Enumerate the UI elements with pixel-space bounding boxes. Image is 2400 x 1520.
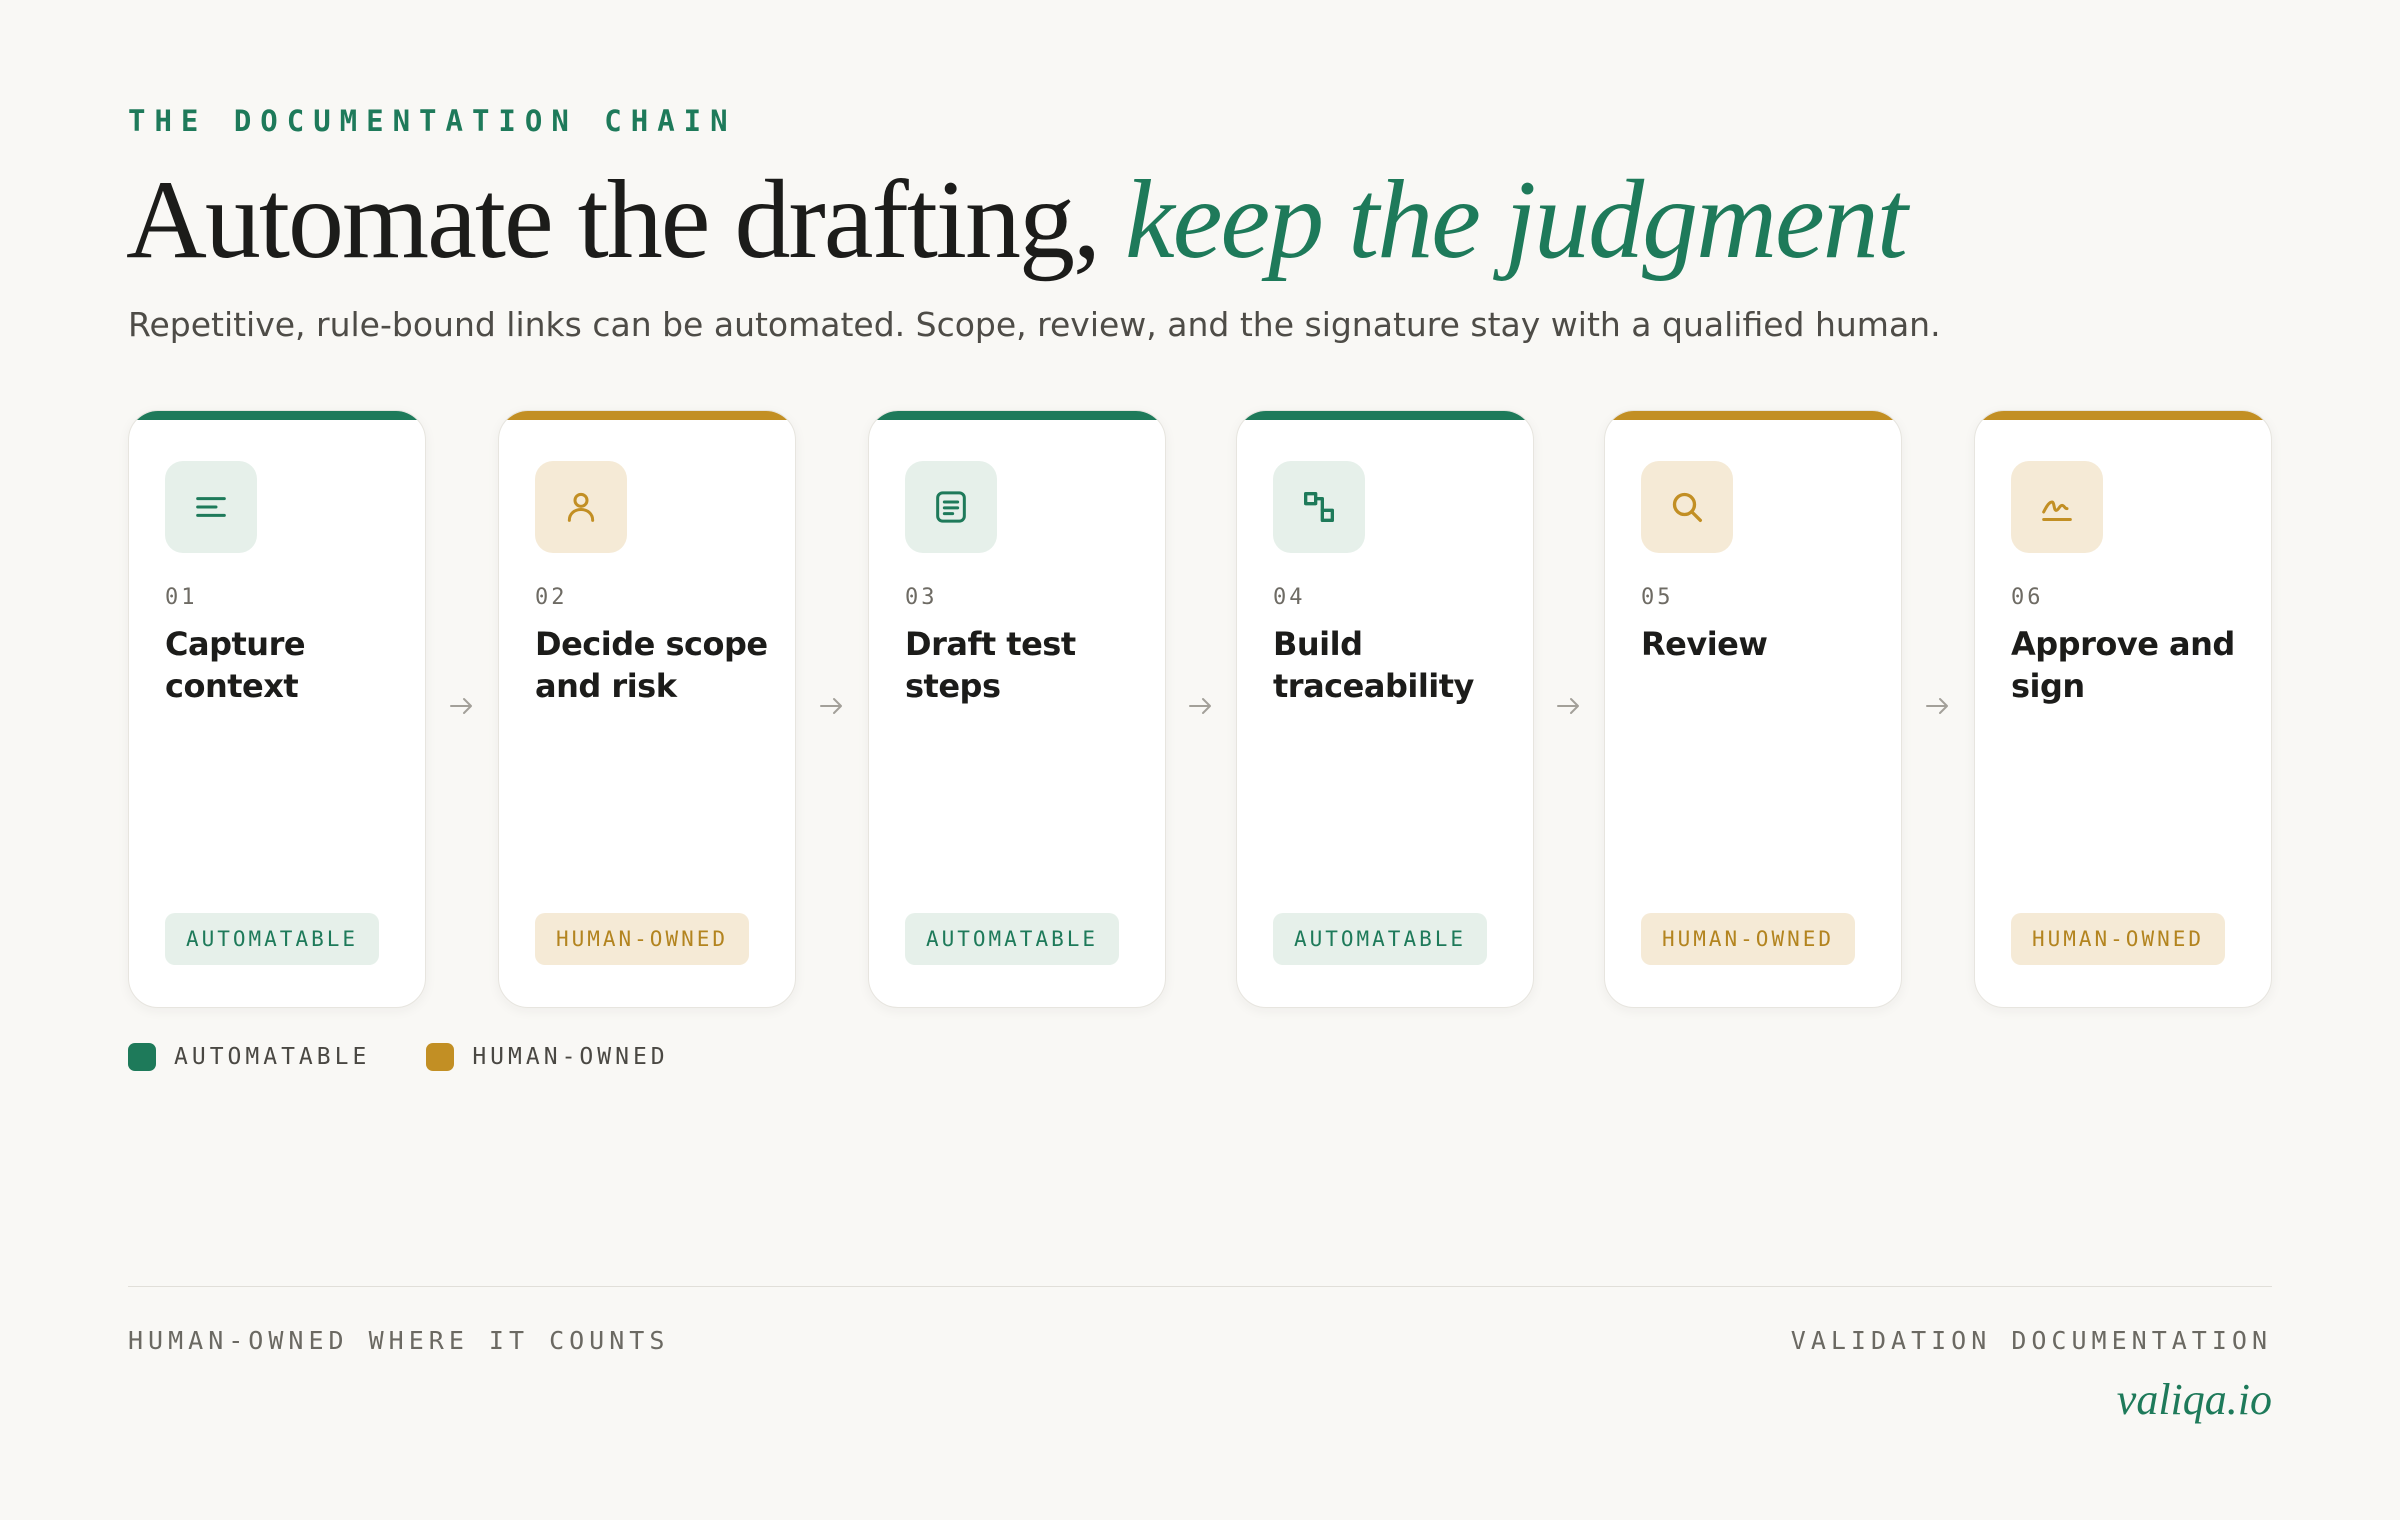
arrow-right-icon xyxy=(446,694,476,718)
arrow-right-icon xyxy=(816,694,846,718)
signature-icon xyxy=(2011,461,2103,553)
owner-badge: AUTOMATABLE xyxy=(905,913,1119,965)
arrow-right-icon xyxy=(1922,694,1952,718)
search-icon xyxy=(1641,461,1733,553)
subheading: Repetitive, rule-bound links can be auto… xyxy=(128,305,1941,344)
step-number: 02 xyxy=(535,585,568,610)
step-number: 05 xyxy=(1641,585,1674,610)
footer-tagline: HUMAN-OWNED WHERE IT COUNTS xyxy=(128,1326,670,1355)
step-title: Approve and sign xyxy=(2011,625,2235,705)
step-card-approve-and-sign: 06 Approve and sign HUMAN-OWNED xyxy=(1974,410,2272,1008)
arrow-right-icon xyxy=(1185,694,1215,718)
step-card-build-traceability: 04 Build traceability AUTOMATABLE xyxy=(1236,410,1534,1008)
person-icon xyxy=(535,461,627,553)
owner-badge: AUTOMATABLE xyxy=(165,913,379,965)
documentation-chain: 01 Capture context AUTOMATABLE 02 Decide… xyxy=(128,410,2272,1010)
owner-badge: AUTOMATABLE xyxy=(1273,913,1487,965)
arrow-right-icon xyxy=(1553,694,1583,718)
legend: AUTOMATABLE HUMAN-OWNED xyxy=(128,1042,725,1072)
step-number: 04 xyxy=(1273,585,1306,610)
document-icon xyxy=(905,461,997,553)
step-title: Decide scope and risk xyxy=(535,625,768,705)
step-number: 01 xyxy=(165,585,198,610)
card-accent-bar xyxy=(1237,411,1533,420)
brand-logo: valiqa.io xyxy=(2116,1375,2272,1424)
lines-icon xyxy=(165,461,257,553)
headline-accent: keep the judgment xyxy=(1125,158,1908,282)
footer-divider xyxy=(128,1286,2272,1287)
step-card-capture-context: 01 Capture context AUTOMATABLE xyxy=(128,410,426,1008)
step-title: Build traceability xyxy=(1273,625,1474,705)
link-nodes-icon xyxy=(1273,461,1365,553)
headline-plain: Automate the drafting, xyxy=(126,158,1101,282)
footer-section-label: VALIDATION DOCUMENTATION xyxy=(1790,1326,2272,1355)
legend-swatch-human-owned xyxy=(426,1043,455,1071)
eyebrow-label: THE DOCUMENTATION CHAIN xyxy=(128,104,737,138)
step-card-draft-test-steps: 03 Draft test steps AUTOMATABLE xyxy=(868,410,1166,1008)
step-number: 03 xyxy=(905,585,938,610)
legend-label: AUTOMATABLE xyxy=(174,1044,371,1070)
card-accent-bar xyxy=(869,411,1165,420)
legend-item-automatable: AUTOMATABLE xyxy=(128,1043,370,1071)
step-title: Draft test steps xyxy=(905,625,1076,705)
card-accent-bar xyxy=(1605,411,1901,420)
step-number: 06 xyxy=(2011,585,2044,610)
legend-item-human-owned: HUMAN-OWNED xyxy=(426,1043,668,1071)
step-card-decide-scope: 02 Decide scope and risk HUMAN-OWNED xyxy=(498,410,796,1008)
step-title: Review xyxy=(1641,625,1768,663)
page-title: Automate the drafting, keep the judgment xyxy=(126,158,1908,282)
card-accent-bar xyxy=(499,411,795,420)
owner-badge: HUMAN-OWNED xyxy=(535,913,749,965)
owner-badge: HUMAN-OWNED xyxy=(1641,913,1855,965)
owner-badge: HUMAN-OWNED xyxy=(2011,913,2225,965)
step-card-review: 05 Review HUMAN-OWNED xyxy=(1604,410,1902,1008)
card-accent-bar xyxy=(1975,411,2271,420)
legend-label: HUMAN-OWNED xyxy=(472,1044,669,1070)
card-accent-bar xyxy=(129,411,425,420)
step-title: Capture context xyxy=(165,625,306,705)
legend-swatch-automatable xyxy=(128,1043,156,1071)
